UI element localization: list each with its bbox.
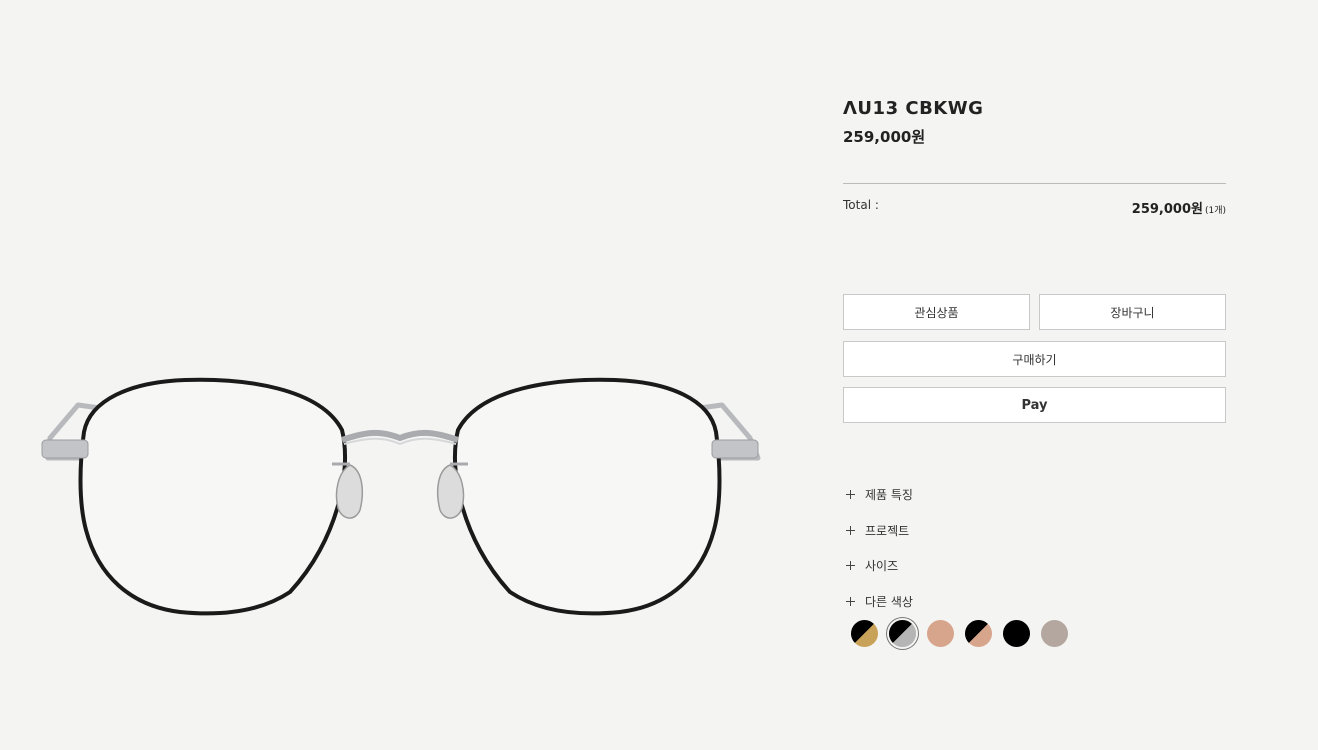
accordion-label: 사이즈 (865, 559, 899, 574)
product-details-accordion: 제품 특징 프로젝트 사이즈 다른 색상 (843, 477, 1226, 619)
accordion-item-size[interactable]: 사이즈 (843, 548, 1226, 584)
color-swatch-black-silver[interactable] (889, 620, 916, 647)
color-swatch-black[interactable] (1003, 620, 1030, 647)
eyeglasses-image (41, 377, 761, 616)
total-label: Total : (843, 198, 879, 212)
plus-icon (846, 490, 855, 500)
total-value: 259,000원 (1개) (1132, 198, 1226, 217)
product-name: ΛU13 CBKWG (843, 98, 984, 119)
color-swatch-black-rose[interactable] (965, 620, 992, 647)
divider (843, 183, 1226, 184)
buy-now-button[interactable]: 구매하기 (843, 341, 1226, 377)
color-swatches (851, 620, 1079, 647)
product-info: ΛU13 CBKWG 259,000원 Total : 259,000원 (1개)… (843, 96, 1226, 647)
pay-button[interactable]: Pay (843, 387, 1226, 423)
color-swatch-taupe[interactable] (1041, 620, 1068, 647)
product-image (20, 360, 780, 640)
accordion-label: 제품 특징 (865, 488, 913, 503)
wishlist-button[interactable]: 관심상품 (843, 294, 1030, 330)
add-to-cart-button[interactable]: 장바구니 (1039, 294, 1226, 330)
total-row: Total : 259,000원 (1개) (843, 196, 1226, 218)
total-amount: 259,000원 (1131, 202, 1203, 217)
plus-icon (846, 596, 855, 606)
color-swatch-black-gold[interactable] (851, 620, 878, 647)
total-quantity: (1개) (1204, 206, 1226, 216)
accordion-item-project[interactable]: 프로젝트 (843, 513, 1226, 549)
plus-icon (846, 561, 855, 571)
product-price: 259,000원 (843, 128, 926, 146)
plus-icon (846, 525, 855, 535)
accordion-item-features[interactable]: 제품 특징 (843, 477, 1226, 513)
accordion-label: 프로젝트 (865, 523, 910, 538)
accordion-item-other-colors[interactable]: 다른 색상 (843, 584, 1226, 620)
accordion-label: 다른 색상 (865, 594, 913, 609)
color-swatch-rose-gold[interactable] (927, 620, 954, 647)
